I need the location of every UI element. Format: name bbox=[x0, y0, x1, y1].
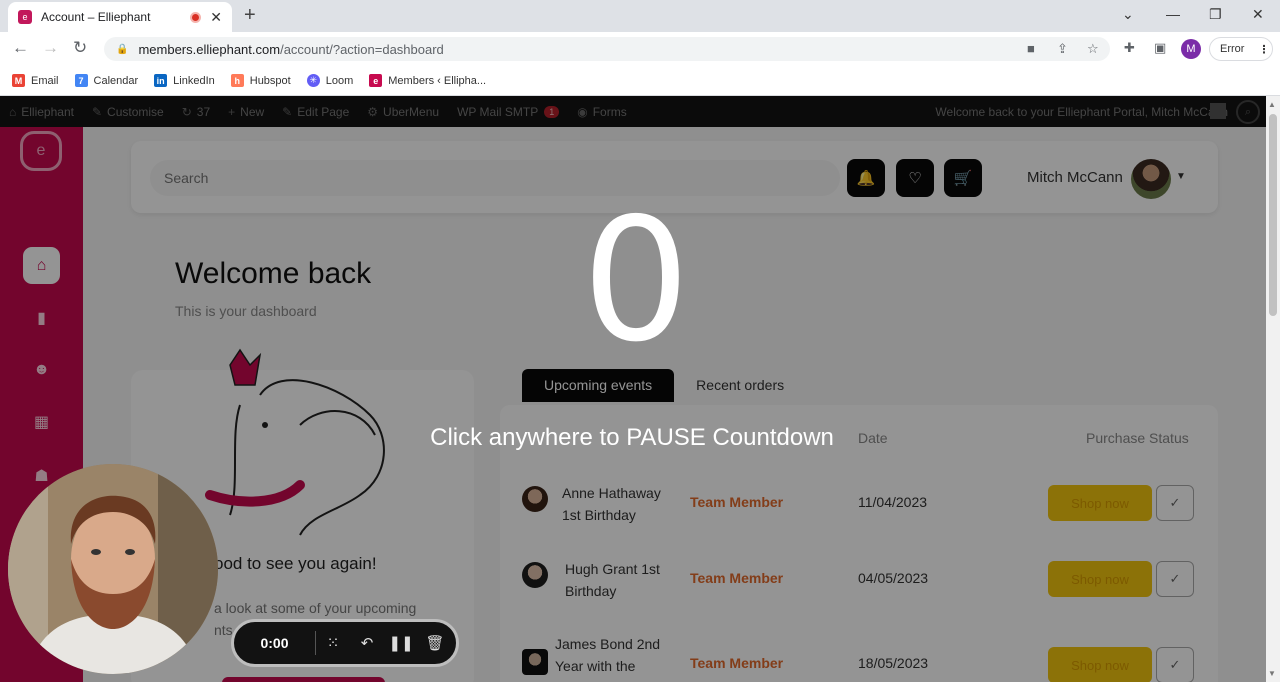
countdown-number: 0 bbox=[581, 182, 691, 380]
tab-search-icon[interactable]: ⌄ bbox=[1122, 6, 1134, 23]
trash-icon[interactable]: 🗑 bbox=[418, 634, 452, 652]
bookmark-loom[interactable]: ✳ Loom bbox=[306, 74, 354, 87]
url-path: /account/?action=dashboard bbox=[280, 41, 444, 57]
minimize-icon[interactable]: — bbox=[1166, 6, 1180, 22]
bookmark-hubspot[interactable]: h Hubspot bbox=[230, 74, 291, 87]
tab-title: Account – Elliephant bbox=[41, 10, 151, 24]
bookmark-label: Email bbox=[31, 74, 59, 87]
webcam-bubble[interactable] bbox=[8, 464, 218, 674]
share-icon[interactable]: ⇪ bbox=[1057, 41, 1068, 57]
error-button[interactable]: Error ⋮ bbox=[1209, 37, 1273, 61]
reload-icon[interactable]: ↻ bbox=[73, 38, 87, 58]
webcam-presenter-image bbox=[8, 464, 218, 674]
maximize-icon[interactable]: ❐ bbox=[1209, 6, 1222, 23]
bookmark-label: Hubspot bbox=[249, 74, 291, 87]
camera-icon[interactable]: ■ bbox=[1027, 41, 1035, 56]
pause-icon[interactable]: ❚❚ bbox=[384, 634, 418, 652]
bookmark-members[interactable]: e Members ‹ Ellipha... bbox=[369, 74, 486, 87]
linkedin-icon: in bbox=[154, 74, 168, 87]
back-icon[interactable]: ← bbox=[12, 38, 29, 58]
url-field[interactable]: 🔒 members.elliephant.com/account/?action… bbox=[104, 37, 1110, 61]
scroll-up-icon[interactable]: ▲ bbox=[1268, 100, 1276, 109]
bookmark-label: Members ‹ Ellipha... bbox=[388, 74, 487, 87]
close-window-icon[interactable]: ✕ bbox=[1252, 6, 1264, 23]
bookmarks-bar: M Email 7 Calendar in LinkedIn h Hubspot ✳ Lo… bbox=[0, 66, 1280, 96]
bookmark-star-icon[interactable]: ☆ bbox=[1087, 41, 1099, 57]
bookmark-email[interactable]: M Email bbox=[12, 74, 59, 87]
gmail-icon: M bbox=[12, 74, 25, 87]
bookmark-label: LinkedIn bbox=[173, 74, 215, 87]
bookmark-calendar[interactable]: 7 Calendar bbox=[74, 74, 139, 87]
bookmark-label: Calendar bbox=[93, 74, 139, 87]
profile-avatar[interactable]: M bbox=[1181, 39, 1201, 59]
error-label: Error bbox=[1220, 43, 1245, 55]
elliephant-favicon-icon: e bbox=[18, 10, 32, 24]
browser-tab[interactable]: e Account – Elliephant ✕ bbox=[8, 2, 232, 32]
recorder-controls: 0:00 ⁙ ↶ ❚❚ 🗑 bbox=[231, 619, 459, 667]
bookmark-linkedin[interactable]: in LinkedIn bbox=[154, 74, 215, 87]
menu-dots-icon: ⋮ bbox=[1258, 43, 1270, 56]
url-host: members.elliephant.com bbox=[138, 41, 281, 57]
calendar-icon: 7 bbox=[74, 74, 88, 87]
extensions-icon[interactable]: ✚ bbox=[1124, 40, 1135, 56]
hubspot-icon: h bbox=[230, 74, 244, 87]
scroll-down-icon[interactable]: ▼ bbox=[1268, 669, 1276, 678]
elliephant-icon: e bbox=[369, 74, 383, 87]
bookmark-label: Loom bbox=[325, 74, 354, 87]
pause-countdown-message[interactable]: Click anywhere to PAUSE Countdown bbox=[380, 424, 884, 452]
loom-icon: ✳ bbox=[306, 74, 320, 87]
forward-icon[interactable]: → bbox=[42, 38, 59, 58]
recording-indicator-icon bbox=[190, 11, 202, 23]
scrollbar-thumb[interactable] bbox=[1269, 114, 1277, 316]
lock-icon: 🔒 bbox=[116, 43, 129, 55]
side-panel-icon[interactable]: ▣ bbox=[1154, 40, 1166, 56]
grid-drag-icon[interactable]: ⁙ bbox=[316, 634, 350, 652]
close-tab-icon[interactable]: ✕ bbox=[210, 9, 222, 26]
recording-time: 0:00 bbox=[234, 631, 316, 655]
new-tab-button[interactable]: + bbox=[244, 4, 256, 27]
undo-icon[interactable]: ↶ bbox=[350, 634, 384, 652]
